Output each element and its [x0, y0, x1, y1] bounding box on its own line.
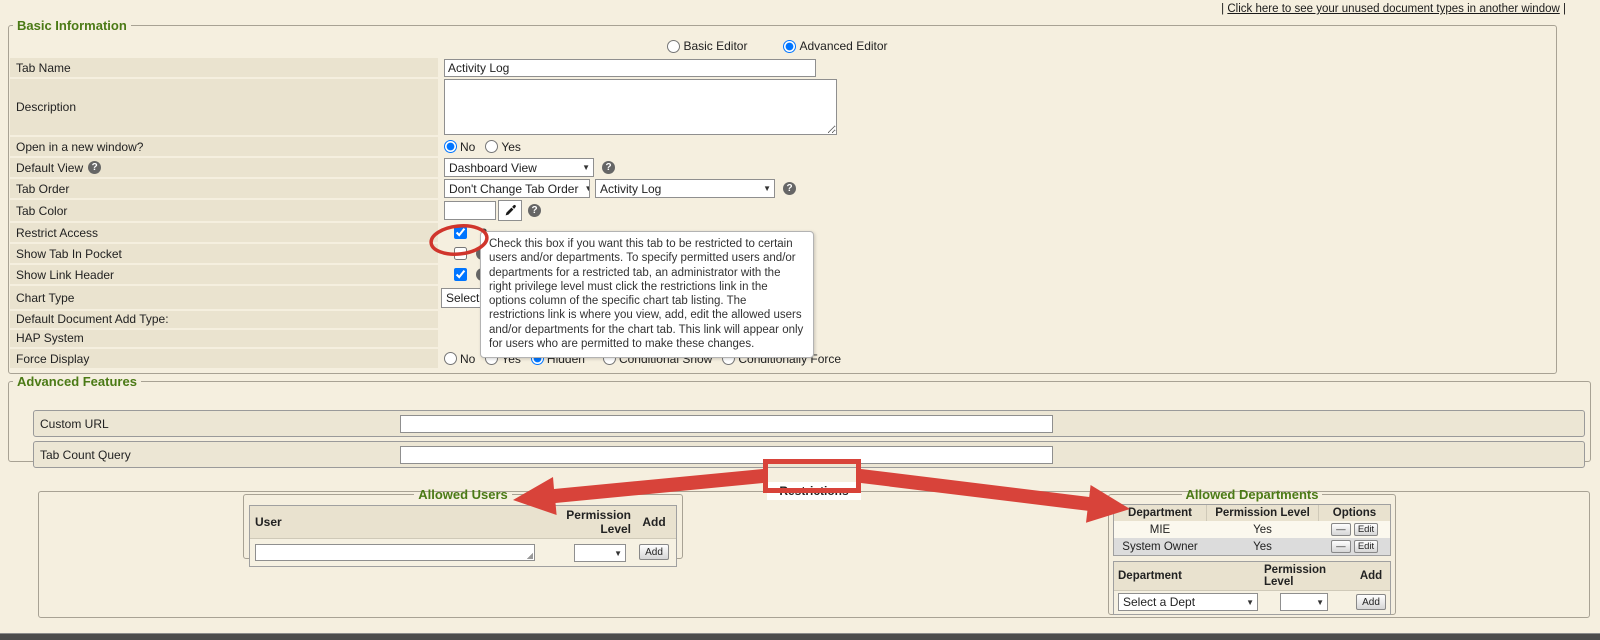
- add-col-department: Department: [1118, 570, 1264, 582]
- advanced-features-section: Advanced Features Custom URL Tab Count Q…: [8, 374, 1591, 462]
- advanced-editor-radio[interactable]: [783, 40, 796, 53]
- show-tab-pocket-checkbox[interactable]: [454, 247, 467, 260]
- force-display-no-radio[interactable]: [444, 352, 457, 365]
- allowed-departments-legend: Allowed Departments: [1182, 487, 1323, 502]
- remove-dept-button[interactable]: —: [1331, 523, 1351, 536]
- add-user-button[interactable]: Add: [639, 544, 669, 560]
- header-link-bar: | Click here to see your unused document…: [1221, 3, 1566, 15]
- restrict-access-label: Restrict Access: [10, 223, 438, 242]
- description-row: Description: [10, 79, 1555, 135]
- restrictions-legend: Restrictions: [767, 482, 860, 500]
- default-doc-add-type-label: Default Document Add Type:: [10, 311, 438, 328]
- restrict-access-checkbox[interactable]: [454, 226, 467, 239]
- force-display-label: Force Display: [10, 349, 438, 368]
- tab-order-mode-select[interactable]: Don't Change Tab Order: [444, 179, 590, 198]
- show-link-header-checkbox[interactable]: [454, 268, 467, 281]
- tab-order-help-icon[interactable]: ?: [783, 182, 796, 195]
- tab-color-row: Tab Color ?: [10, 200, 1555, 221]
- dept-col-department: Department: [1114, 507, 1206, 519]
- default-view-label: Default View: [16, 161, 83, 175]
- open-new-window-yes-label: Yes: [501, 140, 521, 154]
- tab-count-query-row: Tab Count Query: [33, 441, 1585, 468]
- open-new-window-yes-radio[interactable]: [485, 140, 498, 153]
- editor-mode-row: Basic Editor Advanced Editor: [9, 36, 1556, 56]
- default-view-select[interactable]: Dashboard View: [444, 158, 594, 177]
- allowed-departments-table: Department Permission Level Options MIE …: [1113, 504, 1391, 556]
- departments-header-row: Department Permission Level Options: [1114, 505, 1390, 521]
- dept-permission: Yes: [1206, 538, 1318, 555]
- tab-order-tab-select[interactable]: Activity Log: [595, 179, 775, 198]
- dept-permission: Yes: [1206, 521, 1318, 538]
- pipe-left: |: [1221, 3, 1224, 15]
- dept-col-options: Options: [1318, 505, 1390, 521]
- description-textarea[interactable]: [444, 79, 837, 135]
- edit-dept-button[interactable]: Edit: [1354, 523, 1378, 536]
- advanced-features-legend: Advanced Features: [13, 374, 141, 389]
- tab-name-input[interactable]: [444, 59, 816, 77]
- dept-col-permission: Permission Level: [1206, 505, 1318, 521]
- force-display-no-label: No: [460, 352, 475, 366]
- dept-name: MIE: [1114, 524, 1206, 536]
- basic-editor-radio[interactable]: [667, 40, 680, 53]
- show-tab-pocket-label: Show Tab In Pocket: [10, 244, 438, 263]
- window-bottom-edge: [0, 633, 1600, 640]
- default-view-help-icon[interactable]: ?: [88, 161, 101, 174]
- add-col-add: Add: [1356, 570, 1386, 582]
- show-link-header-label: Show Link Header: [10, 265, 438, 284]
- restrict-access-tooltip: Check this box if you want this tab to b…: [480, 231, 814, 358]
- custom-url-input[interactable]: [400, 415, 1053, 433]
- add-department-table: Department Permission Level Add Select a…: [1113, 561, 1391, 615]
- eyedropper-icon: [504, 204, 517, 217]
- custom-url-row: Custom URL: [33, 410, 1585, 437]
- advanced-editor-label: Advanced Editor: [799, 39, 887, 53]
- allowed-user-input[interactable]: [255, 544, 535, 561]
- description-label: Description: [10, 79, 438, 135]
- dept-name: System Owner: [1114, 541, 1206, 553]
- tab-count-query-input[interactable]: [400, 446, 1053, 464]
- default-view-help-icon-2[interactable]: ?: [602, 161, 615, 174]
- allowed-users-section: Allowed Users User Permission Level Add …: [243, 487, 683, 559]
- users-col-user: User: [255, 515, 535, 529]
- basic-editor-label: Basic Editor: [683, 39, 747, 53]
- dept-permission-select[interactable]: [1280, 593, 1328, 611]
- custom-url-label: Custom URL: [40, 417, 109, 431]
- unused-doc-types-link[interactable]: Click here to see your unused document t…: [1227, 3, 1559, 15]
- basic-information-legend: Basic Information: [13, 18, 131, 33]
- add-col-permission: Permission Level: [1264, 564, 1356, 588]
- tab-order-label: Tab Order: [10, 179, 438, 198]
- table-row: System Owner Yes — Edit: [1114, 538, 1390, 555]
- allowed-users-table: User Permission Level Add Add: [249, 505, 677, 567]
- select-dept-dropdown[interactable]: Select a Dept: [1118, 593, 1258, 611]
- remove-dept-button[interactable]: —: [1331, 540, 1351, 553]
- edit-dept-button[interactable]: Edit: [1354, 540, 1378, 553]
- allowed-users-legend: Allowed Users: [414, 487, 512, 502]
- add-department-header-row: Department Permission Level Add: [1114, 562, 1390, 591]
- open-new-window-row: Open in a new window? No Yes: [10, 137, 1555, 156]
- tab-order-row: Tab Order Don't Change Tab Order Activit…: [10, 179, 1555, 198]
- tab-color-help-icon[interactable]: ?: [528, 204, 541, 217]
- open-new-window-no-radio[interactable]: [444, 140, 457, 153]
- allowed-departments-section: Allowed Departments Department Permissio…: [1108, 487, 1396, 615]
- users-col-add: Add: [637, 515, 671, 529]
- allowed-users-header-row: User Permission Level Add: [250, 506, 676, 539]
- tab-name-row: Tab Name: [10, 58, 1555, 77]
- tab-color-input[interactable]: [444, 201, 496, 220]
- add-dept-button[interactable]: Add: [1356, 594, 1386, 610]
- default-view-row: Default View ? Dashboard View ?: [10, 158, 1555, 177]
- tab-name-label: Tab Name: [10, 58, 438, 77]
- tab-count-query-label: Tab Count Query: [40, 448, 131, 462]
- tab-color-label: Tab Color: [10, 200, 438, 221]
- user-permission-select[interactable]: [574, 544, 626, 562]
- tab-color-picker-button[interactable]: [498, 200, 522, 221]
- users-col-permission: Permission Level: [535, 508, 637, 536]
- chart-type-label: Chart Type: [10, 286, 438, 309]
- hap-system-label: HAP System: [10, 330, 438, 347]
- pipe-right: |: [1563, 3, 1566, 15]
- open-new-window-no-label: No: [460, 140, 475, 154]
- table-row: MIE Yes — Edit: [1114, 521, 1390, 538]
- add-department-input-row: Select a Dept Add: [1114, 591, 1390, 614]
- open-new-window-label: Open in a new window?: [10, 137, 438, 156]
- allowed-users-input-row: Add: [250, 539, 676, 566]
